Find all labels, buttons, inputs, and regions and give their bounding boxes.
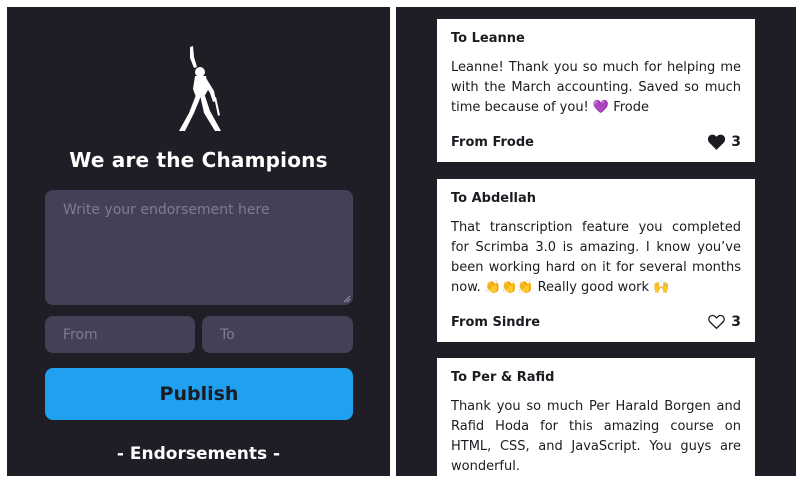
endorsement-message: Thank you so much Per Harald Borgen and … xyxy=(451,399,741,474)
page-title: We are the Champions xyxy=(69,148,328,172)
endorsement-input[interactable] xyxy=(45,190,353,305)
to-field[interactable] xyxy=(202,316,353,353)
endorsement-recipient: To Leanne xyxy=(451,31,525,46)
from-field[interactable] xyxy=(45,316,195,353)
endorsement-card: To Per & Rafid Thank you so much Per Har… xyxy=(437,358,755,476)
endorsement-recipient: To Abdellah xyxy=(451,191,537,206)
freddie-mercury-silhouette-icon xyxy=(179,46,221,131)
publish-button[interactable]: Publish xyxy=(45,368,353,420)
endorsement-footer: From Sindre 3 xyxy=(451,314,741,330)
endorsement-sender: From Sindre xyxy=(451,314,541,330)
endorsements-heading: - Endorsements - xyxy=(116,444,281,464)
like-count: 3 xyxy=(731,134,741,150)
resize-handle-icon[interactable] xyxy=(342,294,351,303)
endorsement-recipient: To Per & Rafid xyxy=(451,370,555,385)
endorsements-list[interactable]: To Leanne Leanne! Thank you so much for … xyxy=(396,7,796,476)
endorsement-footer: From Frode 3 xyxy=(451,134,741,150)
endorsement-sender: From Frode xyxy=(451,134,534,150)
like-button[interactable]: 3 xyxy=(708,314,741,330)
like-count: 3 xyxy=(731,314,741,330)
endorsement-message: Leanne! Thank you so much for helping me… xyxy=(451,60,741,115)
heart-icon[interactable] xyxy=(708,134,726,150)
endorsement-card: To Abdellah That transcription feature y… xyxy=(437,179,755,342)
composer-panel: We are the Champions Publish - Endorseme… xyxy=(7,7,390,476)
like-button[interactable]: 3 xyxy=(708,134,741,150)
endorsement-message: That transcription feature you completed… xyxy=(451,220,741,295)
heart-outline-icon[interactable] xyxy=(708,314,726,330)
endorsement-card: To Leanne Leanne! Thank you so much for … xyxy=(437,19,755,162)
